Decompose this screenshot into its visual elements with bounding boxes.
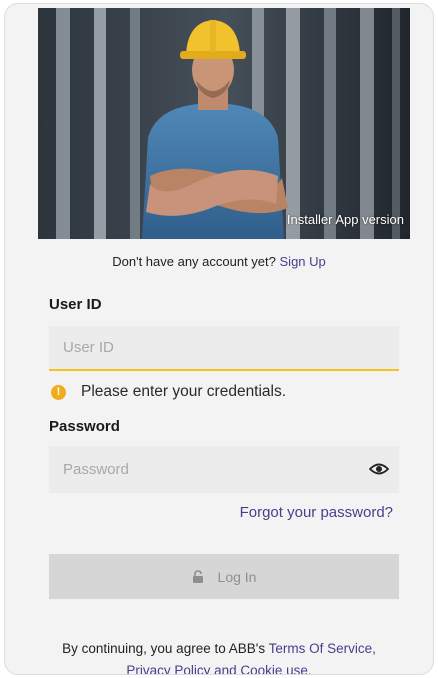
user-id-label: User ID bbox=[49, 296, 102, 313]
privacy-policy-link[interactable]: Privacy Policy and Cookie use. bbox=[126, 663, 311, 674]
signup-prompt: Don't have any account yet? Sign Up bbox=[5, 254, 433, 269]
user-id-field-container bbox=[49, 326, 399, 371]
installer-photo bbox=[38, 8, 410, 239]
password-input[interactable] bbox=[49, 446, 399, 493]
app-frame: Installer App version Don't have any acc… bbox=[4, 3, 434, 675]
signup-prompt-text: Don't have any account yet? bbox=[112, 254, 276, 269]
password-label: Password bbox=[49, 418, 120, 435]
credentials-error: ! Please enter your credentials. bbox=[51, 383, 286, 401]
terms-prefix: By continuing, you agree to ABB's bbox=[62, 641, 266, 656]
login-button-label: Log In bbox=[217, 568, 257, 585]
password-field-container bbox=[49, 446, 399, 493]
login-button[interactable]: Log In bbox=[49, 554, 399, 599]
lock-icon bbox=[192, 570, 203, 583]
error-message: Please enter your credentials. bbox=[81, 383, 287, 400]
eye-icon[interactable] bbox=[369, 461, 389, 477]
terms-line-2: Privacy Policy and Cookie use. bbox=[5, 660, 433, 674]
forgot-password-link[interactable]: Forgot your password? bbox=[240, 504, 393, 521]
hero-image: Installer App version bbox=[38, 8, 410, 239]
terms-of-service-link[interactable]: Terms Of Service, bbox=[269, 641, 376, 656]
terms-line-1: By continuing, you agree to ABB's Terms … bbox=[5, 638, 433, 660]
app-version-label: Installer App version bbox=[286, 212, 404, 227]
terms-notice: By continuing, you agree to ABB's Terms … bbox=[5, 638, 433, 674]
sign-up-link[interactable]: Sign Up bbox=[280, 254, 326, 269]
warning-icon: ! bbox=[51, 384, 66, 400]
user-id-input[interactable] bbox=[49, 326, 399, 369]
